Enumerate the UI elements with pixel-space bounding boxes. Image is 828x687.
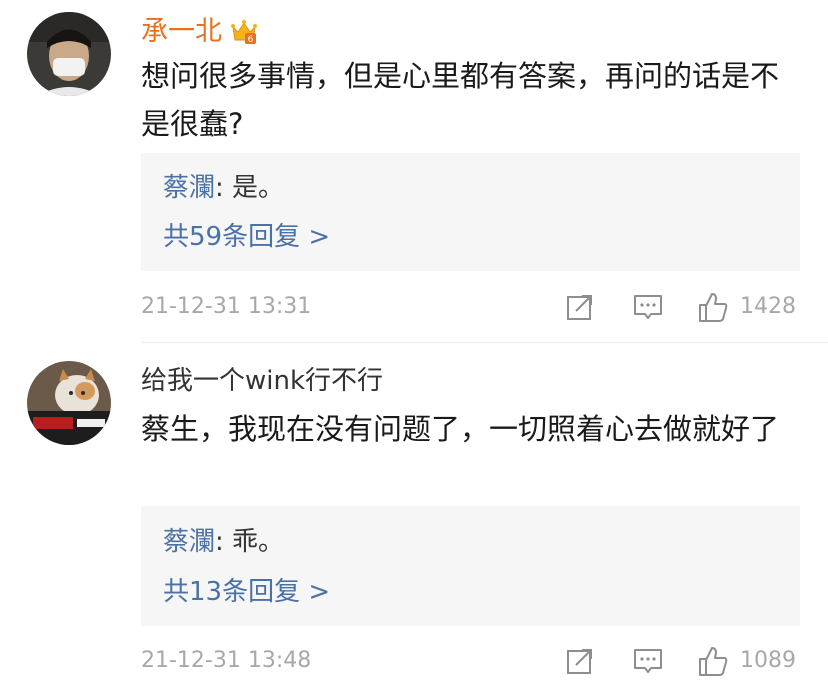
reply-line: 蔡瀾: 乖。 xyxy=(163,522,284,562)
comment-icon[interactable] xyxy=(632,291,664,323)
reply-preview[interactable]: 蔡瀾: 乖。 共13条回复 > xyxy=(141,506,800,626)
more-replies-link[interactable]: 共13条回复 > xyxy=(163,572,330,612)
avatar[interactable] xyxy=(27,361,111,445)
like-button[interactable]: 1428 xyxy=(696,287,796,327)
timestamp: 21-12-31 13:48 xyxy=(141,648,312,673)
like-count: 1089 xyxy=(740,648,796,673)
username[interactable]: 给我一个wink行不行 xyxy=(141,361,383,401)
like-button[interactable]: 1089 xyxy=(696,641,796,681)
reply-text: 是。 xyxy=(232,173,285,203)
timestamp: 21-12-31 13:31 xyxy=(141,294,312,319)
reply-preview[interactable]: 蔡瀾: 是。 共59条回复 > xyxy=(141,153,800,271)
reply-line: 蔡瀾: 是。 xyxy=(163,168,284,208)
reply-separator: : xyxy=(215,173,233,203)
avatar-icon xyxy=(27,361,111,445)
more-replies-link[interactable]: 共59条回复 > xyxy=(163,217,330,257)
comment-meta: 21-12-31 13:31 1428 xyxy=(0,287,828,327)
comment-meta: 21-12-31 13:48 1089 xyxy=(0,641,828,681)
like-icon xyxy=(699,647,728,676)
comment-item: 给我一个wink行不行 蔡生，我现在没有问题了，一切照着心去做就好了 蔡瀾: 乖… xyxy=(0,343,828,687)
comment-body: 蔡生，我现在没有问题了，一切照着心去做就好了 xyxy=(141,412,780,446)
comment-icon[interactable] xyxy=(632,645,664,677)
reply-text: 乖。 xyxy=(232,527,285,557)
svg-text:6: 6 xyxy=(248,35,254,45)
share-icon[interactable] xyxy=(564,291,596,323)
username[interactable]: 承一北 xyxy=(141,12,222,52)
vip-crown-icon: 6 xyxy=(231,20,257,45)
avatar[interactable] xyxy=(27,12,111,96)
comment-item: 承一北 6 想问很多事情，但是心里都有答案，再问的话是不是很蠢? 蔡瀾: 是。 … xyxy=(0,0,828,340)
like-icon xyxy=(699,293,728,322)
like-count: 1428 xyxy=(740,294,796,319)
reply-separator: : xyxy=(215,527,233,557)
share-icon[interactable] xyxy=(564,645,596,677)
avatar-icon xyxy=(27,12,111,96)
reply-author[interactable]: 蔡瀾 xyxy=(163,527,215,557)
reply-author[interactable]: 蔡瀾 xyxy=(163,173,215,203)
comment-body: 想问很多事情，但是心里都有答案，再问的话是不是很蠢? xyxy=(141,59,780,141)
